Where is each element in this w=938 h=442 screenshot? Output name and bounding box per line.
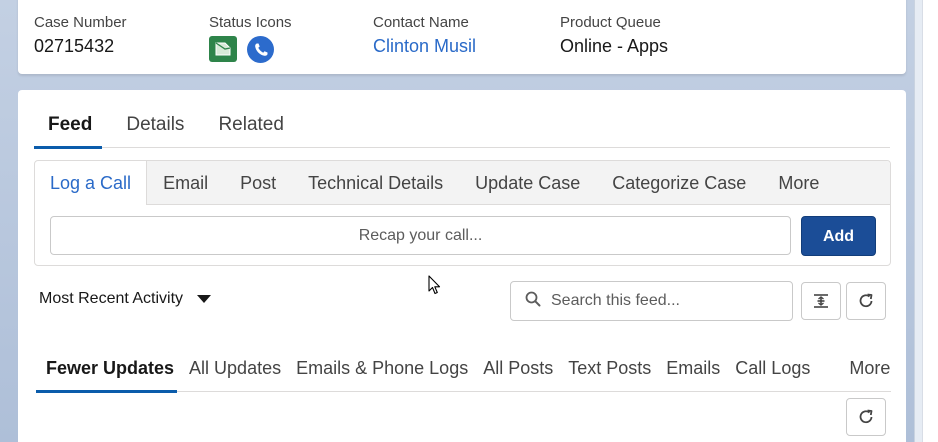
feed-filter-tabs: Fewer Updates All Updates Emails & Phone…: [36, 348, 891, 393]
publisher-tab-log-a-call[interactable]: Log a Call: [35, 161, 148, 205]
product-queue-field: Product Queue Online - Apps: [560, 14, 668, 57]
feed-sort-dropdown[interactable]: Most Recent Activity: [39, 290, 212, 308]
right-panel-edge: [914, 0, 938, 442]
expand-collapse-icon: [814, 294, 828, 308]
tab-related[interactable]: Related: [204, 104, 298, 148]
contact-name-label: Contact Name: [373, 14, 469, 31]
publisher: Log a Call Email Post Technical Details …: [34, 160, 891, 266]
refresh-feed-button[interactable]: [846, 282, 886, 320]
filter-all-posts[interactable]: All Posts: [476, 348, 561, 392]
envelope-icon[interactable]: [209, 36, 237, 62]
contact-name-field: Contact Name Clinton Musil: [373, 14, 476, 57]
publisher-tab-categorize-case[interactable]: Categorize Case: [596, 161, 762, 204]
filter-text-posts[interactable]: Text Posts: [561, 348, 659, 392]
publisher-tab-more[interactable]: More: [762, 161, 835, 204]
case-number-label: Case Number: [34, 14, 127, 31]
refresh-list-button[interactable]: [846, 398, 886, 436]
publisher-tab-email[interactable]: Email: [147, 161, 224, 204]
publisher-tab-update-case[interactable]: Update Case: [459, 161, 596, 204]
add-button[interactable]: Add: [801, 216, 876, 256]
search-icon: [525, 291, 541, 312]
case-feed-card: Feed Details Related Log a Call Email Po…: [18, 90, 906, 442]
case-number-field: Case Number 02715432: [34, 14, 127, 57]
product-queue-value: Online - Apps: [560, 36, 669, 56]
collapse-expand-button[interactable]: [801, 282, 841, 320]
status-icons-field: Status Icons: [209, 14, 292, 63]
caret-down-icon: [197, 295, 212, 303]
publisher-tab-post[interactable]: Post: [224, 161, 292, 204]
status-icons-label: Status Icons: [209, 14, 292, 31]
case-highlights-panel: Case Number 02715432 Status Icons Contac…: [18, 0, 906, 74]
filter-call-logs[interactable]: Call Logs: [728, 348, 818, 392]
feed-search-input[interactable]: Search this feed...: [510, 281, 793, 321]
tab-feed[interactable]: Feed: [34, 104, 106, 149]
case-number-value: 02715432: [34, 36, 115, 56]
recap-call-input[interactable]: Recap your call...: [50, 216, 791, 255]
filter-emails-phone-logs[interactable]: Emails & Phone Logs: [289, 348, 476, 392]
sort-label: Most Recent Activity: [39, 290, 184, 307]
filter-all-updates[interactable]: All Updates: [177, 348, 289, 392]
phone-icon[interactable]: [247, 36, 274, 63]
publisher-tab-technical-details[interactable]: Technical Details: [292, 161, 459, 204]
filter-more[interactable]: More: [842, 348, 898, 392]
publisher-tabs: Log a Call Email Post Technical Details …: [35, 161, 890, 205]
mouse-pointer-icon: [428, 275, 442, 300]
refresh-icon: [859, 293, 873, 308]
record-tabs: Feed Details Related: [34, 104, 890, 149]
contact-name-link[interactable]: Clinton Musil: [373, 35, 476, 57]
filter-fewer-updates[interactable]: Fewer Updates: [36, 348, 178, 393]
filter-emails[interactable]: Emails: [659, 348, 728, 392]
tab-details[interactable]: Details: [112, 104, 198, 148]
refresh-icon: [859, 409, 873, 424]
product-queue-label: Product Queue: [560, 14, 661, 31]
search-placeholder: Search this feed...: [551, 292, 680, 309]
